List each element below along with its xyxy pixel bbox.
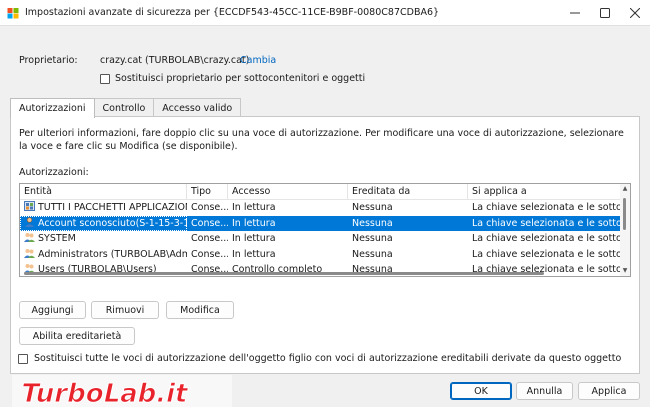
- row-access: In lettura: [232, 217, 276, 229]
- row-entity: SYSTEM: [20, 231, 187, 247]
- table-row[interactable]: Account sconosciuto(S-1-15-3-10... Conse…: [20, 215, 620, 231]
- window-title: Impostazioni avanzate di sicurezza per {…: [25, 7, 440, 18]
- replace-owner-label: Sostituisci proprietario per sottoconten…: [115, 73, 366, 84]
- row-entity: Account sconosciuto(S-1-15-3-10...: [20, 215, 187, 231]
- tab-auditing[interactable]: Controllo: [93, 98, 155, 117]
- row-inherited: Nessuna: [352, 202, 393, 213]
- apply-button[interactable]: Applica: [578, 382, 640, 400]
- row-applies: La chiave selezionata e le sottoc...: [472, 233, 620, 244]
- row-type: Conse...: [191, 202, 228, 213]
- minimize-icon: [570, 12, 580, 14]
- edit-button-label: Modifica: [180, 304, 220, 316]
- group-icon: [24, 233, 35, 242]
- permissions-info-text: Per ulteriori informazioni, fare doppio …: [19, 128, 624, 152]
- maximize-icon: [600, 8, 610, 18]
- row-applies: La chiave selezionata e le sottoc...: [472, 202, 620, 213]
- scroll-up-icon[interactable]: ▲: [620, 184, 630, 194]
- turbolab-watermark-logo: TurboLab.it: [12, 375, 232, 407]
- row-access: In lettura: [232, 202, 276, 213]
- permissions-list-label: Autorizzazioni:: [19, 167, 89, 178]
- row-inherited: Nessuna: [352, 233, 393, 244]
- cancel-button-label: Annulla: [526, 385, 563, 397]
- permissions-panel: Per ulteriori informazioni, fare doppio …: [10, 116, 640, 374]
- row-applies: La chiave selezionata e le sottoc...: [472, 248, 620, 260]
- tab-effective-access[interactable]: Accesso valido: [153, 98, 242, 117]
- replace-child-permissions-row[interactable]: Sostituisci tutte le voci di autorizzazi…: [18, 353, 621, 364]
- remove-button-label: Rimuovi: [105, 304, 145, 316]
- column-header-applies[interactable]: Si applica a: [468, 184, 620, 200]
- row-entity: TUTTI I PACCHETTI APPLICAZIONI: [20, 200, 187, 216]
- group-icon: [24, 248, 35, 258]
- row-type: Conse...: [191, 248, 228, 260]
- row-entity: Administrators (TURBOLAB\Admi...: [20, 247, 187, 263]
- table-row[interactable]: TUTTI I PACCHETTI APPLICAZIONI Conse... …: [20, 200, 620, 216]
- row-access: In lettura: [232, 248, 276, 260]
- edit-button[interactable]: Modifica: [166, 301, 234, 319]
- replace-child-checkbox[interactable]: [18, 353, 28, 364]
- tab-permissions-label: Autorizzazioni: [19, 103, 86, 114]
- replace-owner-checkbox[interactable]: [100, 73, 110, 84]
- shield-icon: [7, 8, 19, 19]
- tab-effective-access-label: Accesso valido: [162, 102, 233, 114]
- ok-button-label: OK: [474, 385, 488, 397]
- column-header-access[interactable]: Accesso: [228, 184, 348, 200]
- dialog-content: Proprietario: crazy.cat (TURBOLAB\crazy.…: [0, 27, 650, 407]
- row-entity-text: Account sconosciuto(S-1-15-3-10...: [38, 217, 187, 229]
- maximize-button[interactable]: [590, 0, 620, 26]
- close-icon: [630, 8, 640, 18]
- change-owner-link[interactable]: Cambia: [240, 55, 276, 66]
- owner-value: crazy.cat (TURBOLAB\crazy.cat): [100, 55, 250, 66]
- scroll-thumb[interactable]: [623, 198, 626, 230]
- tab-bar: Autorizzazioni Controllo Accesso valido: [10, 98, 242, 118]
- table-row[interactable]: SYSTEM Conse... In lettura Nessuna La ch…: [20, 231, 620, 247]
- row-type: Conse...: [191, 217, 228, 229]
- vertical-scrollbar[interactable]: ▲ ▼: [620, 184, 630, 276]
- permissions-list[interactable]: Entità Tipo Accesso Ereditata da Si appl…: [19, 183, 631, 277]
- tab-auditing-label: Controllo: [102, 102, 146, 114]
- row-access: In lettura: [232, 233, 276, 244]
- column-header-inherited[interactable]: Ereditata da: [348, 184, 468, 200]
- add-button[interactable]: Aggiungi: [19, 301, 86, 319]
- owner-label: Proprietario:: [19, 55, 78, 66]
- list-header: Entità Tipo Accesso Ereditata da Si appl…: [20, 184, 620, 200]
- hscroll-thumb[interactable]: [24, 272, 544, 275]
- row-applies: La chiave selezionata e le sottoc...: [472, 217, 620, 229]
- row-entity-text: SYSTEM: [38, 233, 76, 244]
- user-icon: [25, 216, 34, 227]
- column-header-entity[interactable]: Entità: [20, 184, 187, 200]
- remove-button[interactable]: Rimuovi: [91, 301, 159, 319]
- add-button-label: Aggiungi: [31, 304, 74, 316]
- svg-text:TurboLab.it: TurboLab.it: [18, 379, 191, 407]
- ok-button[interactable]: OK: [450, 382, 512, 400]
- enable-inheritance-label: Abilita ereditarietà: [32, 330, 122, 342]
- cancel-button[interactable]: Annulla: [516, 382, 573, 400]
- list-rows: TUTTI I PACCHETTI APPLICAZIONI Conse... …: [20, 200, 620, 276]
- row-entity-text: Administrators (TURBOLAB\Admi...: [38, 248, 187, 260]
- replace-child-label: Sostituisci tutte le voci di autorizzazi…: [34, 353, 622, 364]
- row-inherited: Nessuna: [352, 248, 393, 260]
- row-type: Conse...: [191, 233, 228, 244]
- enable-inheritance-button[interactable]: Abilita ereditarietà: [19, 327, 135, 345]
- row-entity-text: TUTTI I PACCHETTI APPLICAZIONI: [38, 202, 187, 213]
- horizontal-scrollbar[interactable]: [20, 270, 622, 276]
- column-header-type[interactable]: Tipo: [187, 184, 228, 200]
- package-icon: [24, 201, 35, 211]
- row-inherited: Nessuna: [352, 217, 393, 229]
- table-row[interactable]: Administrators (TURBOLAB\Admi... Conse..…: [20, 247, 620, 263]
- apply-button-label: Applica: [591, 385, 627, 397]
- title-bar: Impostazioni avanzate di sicurezza per {…: [0, 0, 650, 26]
- close-button[interactable]: [620, 0, 650, 26]
- replace-owner-checkbox-row[interactable]: Sostituisci proprietario per sottoconten…: [100, 73, 365, 84]
- tab-permissions[interactable]: Autorizzazioni: [10, 98, 95, 118]
- minimize-button[interactable]: [560, 0, 590, 26]
